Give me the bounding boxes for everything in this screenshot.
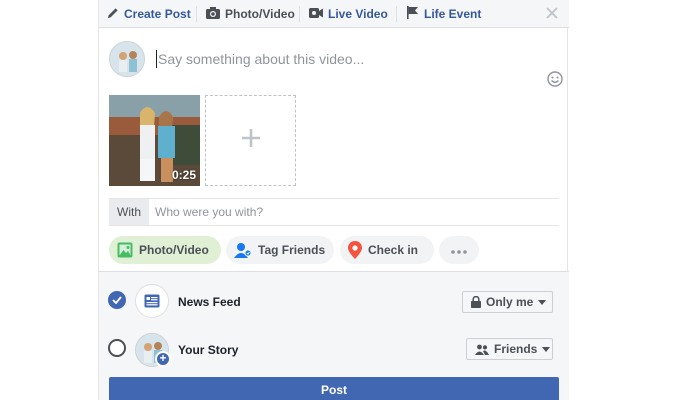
tab-create-post[interactable]: Create Post xyxy=(107,0,191,28)
your-story-checkbox[interactable] xyxy=(108,339,126,357)
photo-icon xyxy=(117,242,133,258)
tag-friends-icon xyxy=(234,242,252,258)
photo-video-button[interactable]: Photo/Video xyxy=(109,236,221,264)
add-media-button[interactable] xyxy=(205,95,296,186)
video-duration: 0:25 xyxy=(171,168,196,182)
news-feed-label: News Feed xyxy=(178,295,241,309)
news-feed-audience-selector[interactable]: Only me xyxy=(462,291,553,313)
with-row: With xyxy=(109,198,559,226)
plus-icon xyxy=(241,128,261,153)
tab-label: Live Video xyxy=(328,7,388,21)
with-label: With xyxy=(109,199,149,225)
tab-photo-video[interactable]: Photo/Video xyxy=(206,0,295,28)
audience-label: Friends xyxy=(494,342,538,356)
check-in-button[interactable]: Check in xyxy=(340,236,434,264)
friends-icon xyxy=(475,344,489,355)
tab-label: Life Event xyxy=(424,7,482,21)
audience-label: Only me xyxy=(486,295,534,309)
action-label: Tag Friends xyxy=(258,243,326,257)
chevron-down-icon xyxy=(538,299,547,305)
action-label: Check in xyxy=(368,243,419,257)
with-input[interactable] xyxy=(155,203,545,221)
tab-life-event[interactable]: Life Event xyxy=(407,0,481,28)
status-input[interactable] xyxy=(158,49,528,69)
post-button[interactable]: Post xyxy=(109,377,559,400)
flag-icon xyxy=(407,6,419,22)
news-feed-icon xyxy=(135,284,169,318)
emoji-icon[interactable] xyxy=(547,71,563,87)
video-camera-icon xyxy=(309,7,323,22)
more-icon xyxy=(451,243,467,257)
location-pin-icon xyxy=(348,241,362,259)
tab-divider xyxy=(299,6,300,22)
tab-label: Create Post xyxy=(124,7,191,21)
chevron-down-icon xyxy=(542,346,551,352)
tab-divider xyxy=(196,6,197,22)
lock-icon xyxy=(471,296,481,308)
composer-tabs: Create Post Photo/Video Live Video Life … xyxy=(99,0,569,28)
post-composer: Create Post Photo/Video Live Video Life … xyxy=(98,0,569,400)
tab-live-video[interactable]: Live Video xyxy=(309,0,388,28)
video-thumbnail[interactable]: 0:25 xyxy=(109,95,200,186)
text-cursor xyxy=(156,50,157,68)
avatar xyxy=(109,41,145,77)
close-icon[interactable] xyxy=(545,6,561,22)
your-story-label: Your Story xyxy=(178,343,239,357)
action-label: Photo/Video xyxy=(139,243,209,257)
add-story-icon: + xyxy=(155,351,171,367)
your-story-audience-selector[interactable]: Friends xyxy=(466,338,553,360)
camera-icon xyxy=(206,6,220,22)
tab-divider xyxy=(396,6,397,22)
more-options-button[interactable] xyxy=(439,236,479,264)
tab-label: Photo/Video xyxy=(225,7,295,21)
checkmark-icon xyxy=(112,291,122,309)
news-feed-checkbox[interactable] xyxy=(108,291,126,309)
share-destinations: News Feed Only me + Your Story Friends P… xyxy=(99,271,569,400)
tag-friends-button[interactable]: Tag Friends xyxy=(226,236,334,264)
pencil-icon xyxy=(107,7,119,22)
